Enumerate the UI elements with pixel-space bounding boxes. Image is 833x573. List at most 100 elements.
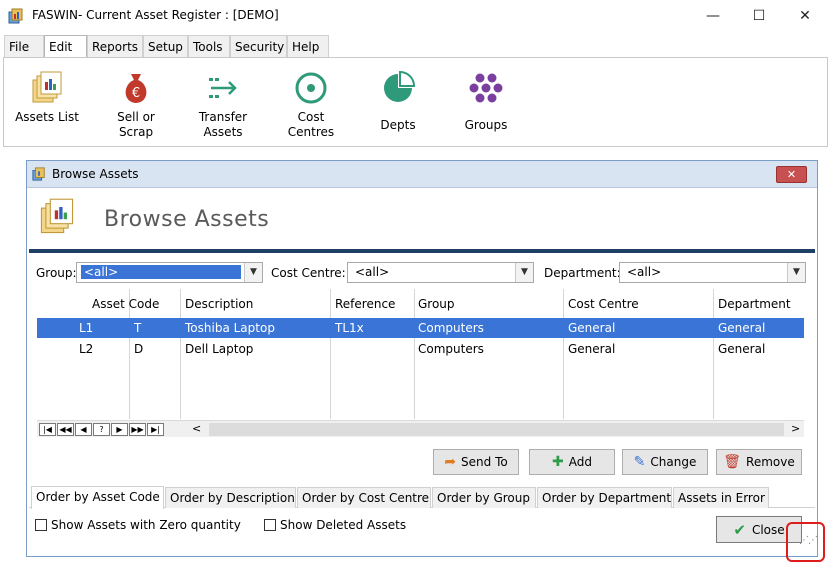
maximize-button[interactable]: ☐ <box>736 0 782 32</box>
cell-description: Toshiba Laptop <box>185 321 275 335</box>
column-header-cost-centre[interactable]: Cost Centre <box>568 297 639 311</box>
department-filter-select[interactable]: <all> ▼ <box>619 262 806 283</box>
send-to-button[interactable]: ➦ Send To <box>433 449 519 475</box>
column-header-reference[interactable]: Reference <box>335 297 395 311</box>
ribbon-toolbar: Assets List € Sell or Scrap Transfer Ass… <box>3 57 828 147</box>
column-header-group[interactable]: Group <box>418 297 455 311</box>
hexagon-cluster-icon <box>469 73 503 103</box>
cost-centre-filter-value: <all> <box>355 265 390 279</box>
browse-close-icon[interactable]: ✕ <box>776 166 807 183</box>
cell-description: Dell Laptop <box>185 342 254 356</box>
nav-search-button[interactable]: ? <box>93 423 110 436</box>
transfer-assets-button[interactable]: Transfer Assets <box>187 58 259 146</box>
money-bag-euro-icon: € <box>125 74 147 103</box>
grid-navigator: |◀ ◀◀ ◀ ? ▶ ▶▶ ▶| < > <box>37 420 804 437</box>
nav-next-page-button[interactable]: ▶▶ <box>129 423 146 436</box>
checkbox-box[interactable] <box>264 519 276 531</box>
svg-text:€: € <box>132 86 140 101</box>
groups-label: Groups <box>464 118 508 132</box>
zero-quantity-checkbox[interactable]: Show Assets with Zero quantity <box>35 518 241 532</box>
transfer-arrows-icon <box>209 78 237 98</box>
cell-department: General <box>718 321 766 335</box>
nav-first-button[interactable]: |◀ <box>39 423 56 436</box>
scroll-right-arrow[interactable]: > <box>791 422 800 435</box>
chevron-down-icon[interactable]: ▼ <box>515 263 533 282</box>
column-header-department[interactable]: Department <box>718 297 791 311</box>
chevron-down-icon[interactable]: ▼ <box>244 263 262 282</box>
cell-group: Computers <box>418 342 484 356</box>
group-filter-label: Group: <box>36 266 77 280</box>
change-label: Change <box>650 455 697 469</box>
column-header-description[interactable]: Description <box>185 297 253 311</box>
target-icon <box>295 72 327 104</box>
page-title: Browse Assets <box>104 207 270 232</box>
cell-cost-centre: General <box>568 321 616 335</box>
sell-or-scrap-button[interactable]: € Sell or Scrap <box>100 58 172 146</box>
tab-order-description[interactable]: Order by Description <box>165 487 296 508</box>
browse-assets-window: Browse Assets ✕ Browse Assets Group: <al… <box>26 160 818 557</box>
send-arrow-icon: ➦ <box>444 454 457 470</box>
cell-code: T <box>134 321 142 335</box>
tab-order-asset-code[interactable]: Order by Asset Code <box>31 486 164 509</box>
cost-label-line2: Centres <box>287 125 335 139</box>
transfer-label-line2: Assets <box>203 125 243 139</box>
groups-button[interactable]: Groups <box>450 58 522 146</box>
browse-window-titlebar: Browse Assets ✕ <box>27 161 817 188</box>
cell-id: L2 <box>79 342 94 356</box>
assets-list-button[interactable]: Assets List <box>9 58 85 146</box>
checkbox-box[interactable] <box>35 519 47 531</box>
remove-button[interactable]: 🗑 Remove <box>716 449 802 475</box>
menu-tab-tools[interactable]: Tools <box>188 35 230 58</box>
cost-centre-filter-select[interactable]: <all> ▼ <box>347 262 534 283</box>
cell-id: L1 <box>79 321 94 335</box>
table-row[interactable]: L1 T Toshiba Laptop TL1x Computers Gener… <box>37 318 804 338</box>
menu-tab-edit[interactable]: Edit <box>44 35 87 59</box>
window-title: FASWIN- Current Asset Register : [DEMO] <box>32 8 279 22</box>
scroll-left-arrow[interactable]: < <box>192 422 201 435</box>
nav-prev-button[interactable]: ◀ <box>75 423 92 436</box>
depts-button[interactable]: Depts <box>362 58 434 146</box>
tab-assets-in-error[interactable]: Assets in Error <box>673 487 769 508</box>
cell-reference: TL1x <box>335 321 364 335</box>
menu-tab-reports[interactable]: Reports <box>87 35 143 58</box>
menu-tab-file[interactable]: File <box>4 35 44 58</box>
close-window-button[interactable]: ✕ <box>782 0 828 32</box>
tab-order-cost-centre[interactable]: Order by Cost Centre <box>297 487 431 508</box>
group-filter-select[interactable]: <all> ▼ <box>76 262 263 283</box>
header-divider <box>29 249 815 253</box>
menu-tab-setup[interactable]: Setup <box>143 35 188 58</box>
browse-window-icon <box>32 167 45 181</box>
cell-department: General <box>718 342 766 356</box>
transfer-label-line1: Transfer <box>198 110 248 124</box>
assets-list-label: Assets List <box>15 110 79 124</box>
tab-order-group[interactable]: Order by Group <box>432 487 536 508</box>
nav-prev-page-button[interactable]: ◀◀ <box>57 423 74 436</box>
close-label: Close <box>751 522 785 537</box>
resize-grip-icon[interactable]: ⋰⋰ <box>799 535 818 546</box>
deleted-assets-label: Show Deleted Assets <box>280 518 407 532</box>
chevron-down-icon[interactable]: ▼ <box>787 263 805 282</box>
change-button[interactable]: ✎ Change <box>622 449 708 475</box>
group-filter-value: <all> <box>81 265 241 279</box>
remove-label: Remove <box>746 455 795 469</box>
depts-label: Depts <box>380 118 416 132</box>
browse-header-icon <box>40 198 74 234</box>
menu-tab-security[interactable]: Security <box>230 35 287 58</box>
column-header-asset-code[interactable]: Asset Code <box>92 297 159 311</box>
sell-label-line2: Scrap <box>118 125 154 139</box>
minimize-button[interactable]: — <box>690 0 736 32</box>
order-tabs: Order by Asset Code Order by Description… <box>29 486 815 509</box>
cost-centre-filter-label: Cost Centre: <box>271 266 346 280</box>
cost-centres-button[interactable]: Cost Centres <box>275 58 347 146</box>
nav-next-button[interactable]: ▶ <box>111 423 128 436</box>
table-row[interactable]: L2 D Dell Laptop Computers General Gener… <box>37 339 804 359</box>
menu-tab-help[interactable]: Help <box>287 35 329 58</box>
menu-bar: File Edit Reports Setup Tools Security H… <box>0 35 833 59</box>
add-button[interactable]: ✚ Add <box>529 449 615 475</box>
nav-last-button[interactable]: ▶| <box>147 423 164 436</box>
tab-order-department[interactable]: Order by Department <box>537 487 672 508</box>
pencil-icon: ✎ <box>633 454 646 470</box>
horizontal-scrollbar-thumb[interactable] <box>209 423 784 436</box>
deleted-assets-checkbox[interactable]: Show Deleted Assets <box>264 518 406 532</box>
cell-cost-centre: General <box>568 342 616 356</box>
